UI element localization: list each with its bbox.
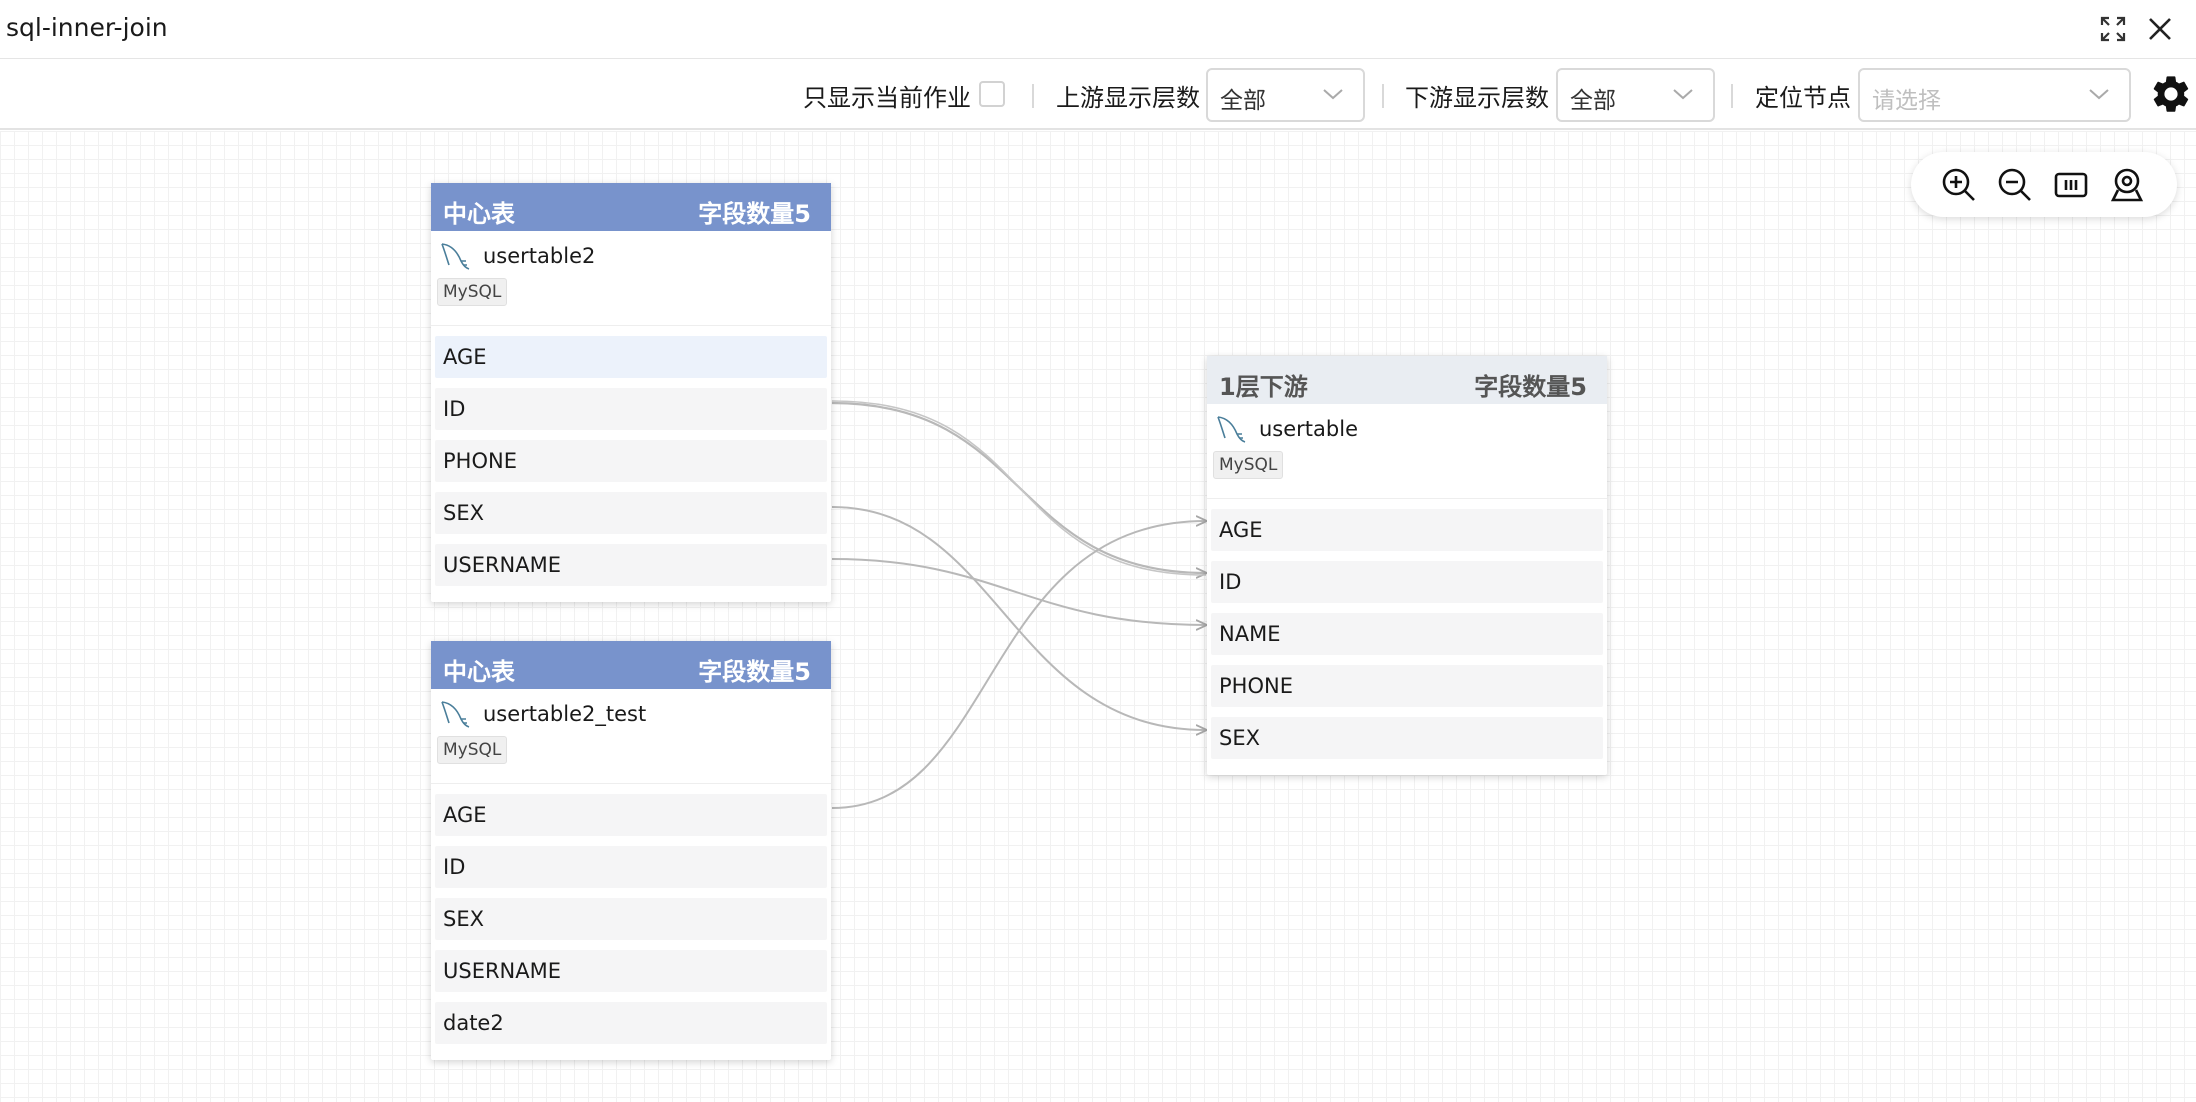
field-name: SEX <box>1219 726 1260 750</box>
field-name: ID <box>443 397 466 421</box>
field-row[interactable]: ID <box>435 846 827 888</box>
node-info: usertable2_test MySQL <box>431 689 831 784</box>
toolbar: 只显示当前作业 上游显示层数 全部 下游显示层数 全部 定位节点 请选择 <box>0 60 2196 130</box>
toolbar-divider <box>1731 84 1733 108</box>
field-row[interactable]: ID <box>1211 561 1603 603</box>
field-name: AGE <box>1219 518 1263 542</box>
field-list: AGE ID PHONE SEX USERNAME <box>431 326 831 602</box>
mysql-dolphin-icon <box>1217 416 1246 443</box>
toolbar-divider <box>1382 84 1384 108</box>
node-header: 中心表 字段数量5 <box>431 183 831 231</box>
upstream-value: 全部 <box>1220 88 1266 114</box>
fullscreen-button[interactable] <box>2096 12 2130 46</box>
zoom-out-icon[interactable] <box>1996 166 2034 204</box>
lineage-edges <box>831 400 2196 809</box>
node-usertable[interactable]: 1层下游 字段数量5 usertable MySQL AGE ID NAME P… <box>1207 356 1607 775</box>
downstream-value: 全部 <box>1570 88 1616 114</box>
edge-id-to-id <box>831 401 1206 573</box>
field-row[interactable]: USERNAME <box>435 950 827 992</box>
upstream-select[interactable]: 全部 <box>1206 68 1365 122</box>
chevron-down-icon <box>2089 89 2109 100</box>
only-current-checkbox[interactable] <box>979 81 1005 107</box>
close-icon <box>2149 18 2171 40</box>
field-row[interactable]: AGE <box>435 794 827 836</box>
table-name: usertable2_test <box>483 702 647 726</box>
field-row[interactable]: AGE <box>435 336 827 378</box>
locate-label: 定位节点 <box>1755 84 1851 112</box>
chevron-down-icon <box>1323 89 1343 100</box>
window-title: sql-inner-join <box>6 13 168 42</box>
field-row[interactable]: AGE <box>1211 509 1603 551</box>
field-name: USERNAME <box>443 959 562 983</box>
field-list: AGE ID SEX USERNAME date2 <box>431 784 831 1060</box>
lineage-window: sql-inner-join 只显示当前作业 上游显示层数 全部 下游显示层数 <box>0 0 2196 1102</box>
fit-view-icon[interactable] <box>2052 166 2090 204</box>
chevron-down-icon <box>1673 89 1693 100</box>
edge-id-to-id-shadow <box>831 400 1207 576</box>
field-name: SEX <box>443 907 484 931</box>
node-info: usertable2 MySQL <box>431 231 831 326</box>
only-current-label: 只显示当前作业 <box>803 84 971 112</box>
locate-placeholder: 请选择 <box>1872 88 1941 114</box>
node-type-label: 1层下游 <box>1219 373 1308 401</box>
node-usertable2-test[interactable]: 中心表 字段数量5 usertable2_test MySQL AGE ID S… <box>431 641 831 1060</box>
edge-username-to-name <box>831 558 1206 625</box>
close-button[interactable] <box>2143 12 2177 46</box>
edge-sex-to-sex <box>831 506 1206 730</box>
field-row[interactable]: PHONE <box>435 440 827 482</box>
node-info: usertable MySQL <box>1207 404 1607 499</box>
node-header: 中心表 字段数量5 <box>431 641 831 689</box>
gear-icon[interactable] <box>2149 72 2193 116</box>
table-name: usertable2 <box>483 244 596 268</box>
field-name: PHONE <box>443 449 517 473</box>
field-count-label: 字段数量5 <box>698 200 811 228</box>
downstream-label: 下游显示层数 <box>1405 84 1549 112</box>
table-name: usertable <box>1259 417 1358 441</box>
field-row[interactable]: USERNAME <box>435 544 827 586</box>
title-bar: sql-inner-join <box>0 0 2196 59</box>
db-type-tag: MySQL <box>437 736 508 764</box>
toolbar-divider <box>1032 84 1034 108</box>
field-name: ID <box>443 855 466 879</box>
field-row[interactable]: date2 <box>435 1002 827 1044</box>
lineage-canvas[interactable]: 中心表 字段数量5 usertable2 MySQL AGE ID PHONE … <box>0 131 2196 1102</box>
field-name: USERNAME <box>443 553 562 577</box>
field-name: AGE <box>443 345 487 369</box>
field-count-label: 字段数量5 <box>698 658 811 686</box>
upstream-label: 上游显示层数 <box>1056 84 1200 112</box>
downstream-select[interactable]: 全部 <box>1556 68 1715 122</box>
locate-icon[interactable] <box>2108 166 2146 204</box>
fullscreen-icon <box>2100 16 2126 42</box>
zoom-controls <box>1911 152 2177 217</box>
mysql-dolphin-icon <box>441 701 470 728</box>
field-name: AGE <box>443 803 487 827</box>
db-type-tag: MySQL <box>437 278 508 306</box>
node-type-label: 中心表 <box>443 658 515 686</box>
field-row[interactable]: SEX <box>435 492 827 534</box>
node-header: 1层下游 字段数量5 <box>1207 356 1607 404</box>
field-row[interactable]: SEX <box>435 898 827 940</box>
field-name: PHONE <box>1219 674 1293 698</box>
locate-node-select[interactable]: 请选择 <box>1858 68 2131 122</box>
field-row[interactable]: SEX <box>1211 717 1603 759</box>
mysql-dolphin-icon <box>441 243 470 270</box>
node-usertable2[interactable]: 中心表 字段数量5 usertable2 MySQL AGE ID PHONE … <box>431 183 831 602</box>
field-name: SEX <box>443 501 484 525</box>
field-name: ID <box>1219 570 1242 594</box>
field-row[interactable]: ID <box>435 388 827 430</box>
field-list: AGE ID NAME PHONE SEX <box>1207 499 1607 775</box>
field-count-label: 字段数量5 <box>1474 373 1587 401</box>
edge-age-to-age <box>831 521 1206 809</box>
field-row[interactable]: PHONE <box>1211 665 1603 707</box>
node-type-label: 中心表 <box>443 200 515 228</box>
field-name: NAME <box>1219 622 1281 646</box>
field-row[interactable]: NAME <box>1211 613 1603 655</box>
field-name: date2 <box>443 1011 504 1035</box>
zoom-in-icon[interactable] <box>1940 166 1978 204</box>
db-type-tag: MySQL <box>1213 451 1284 479</box>
